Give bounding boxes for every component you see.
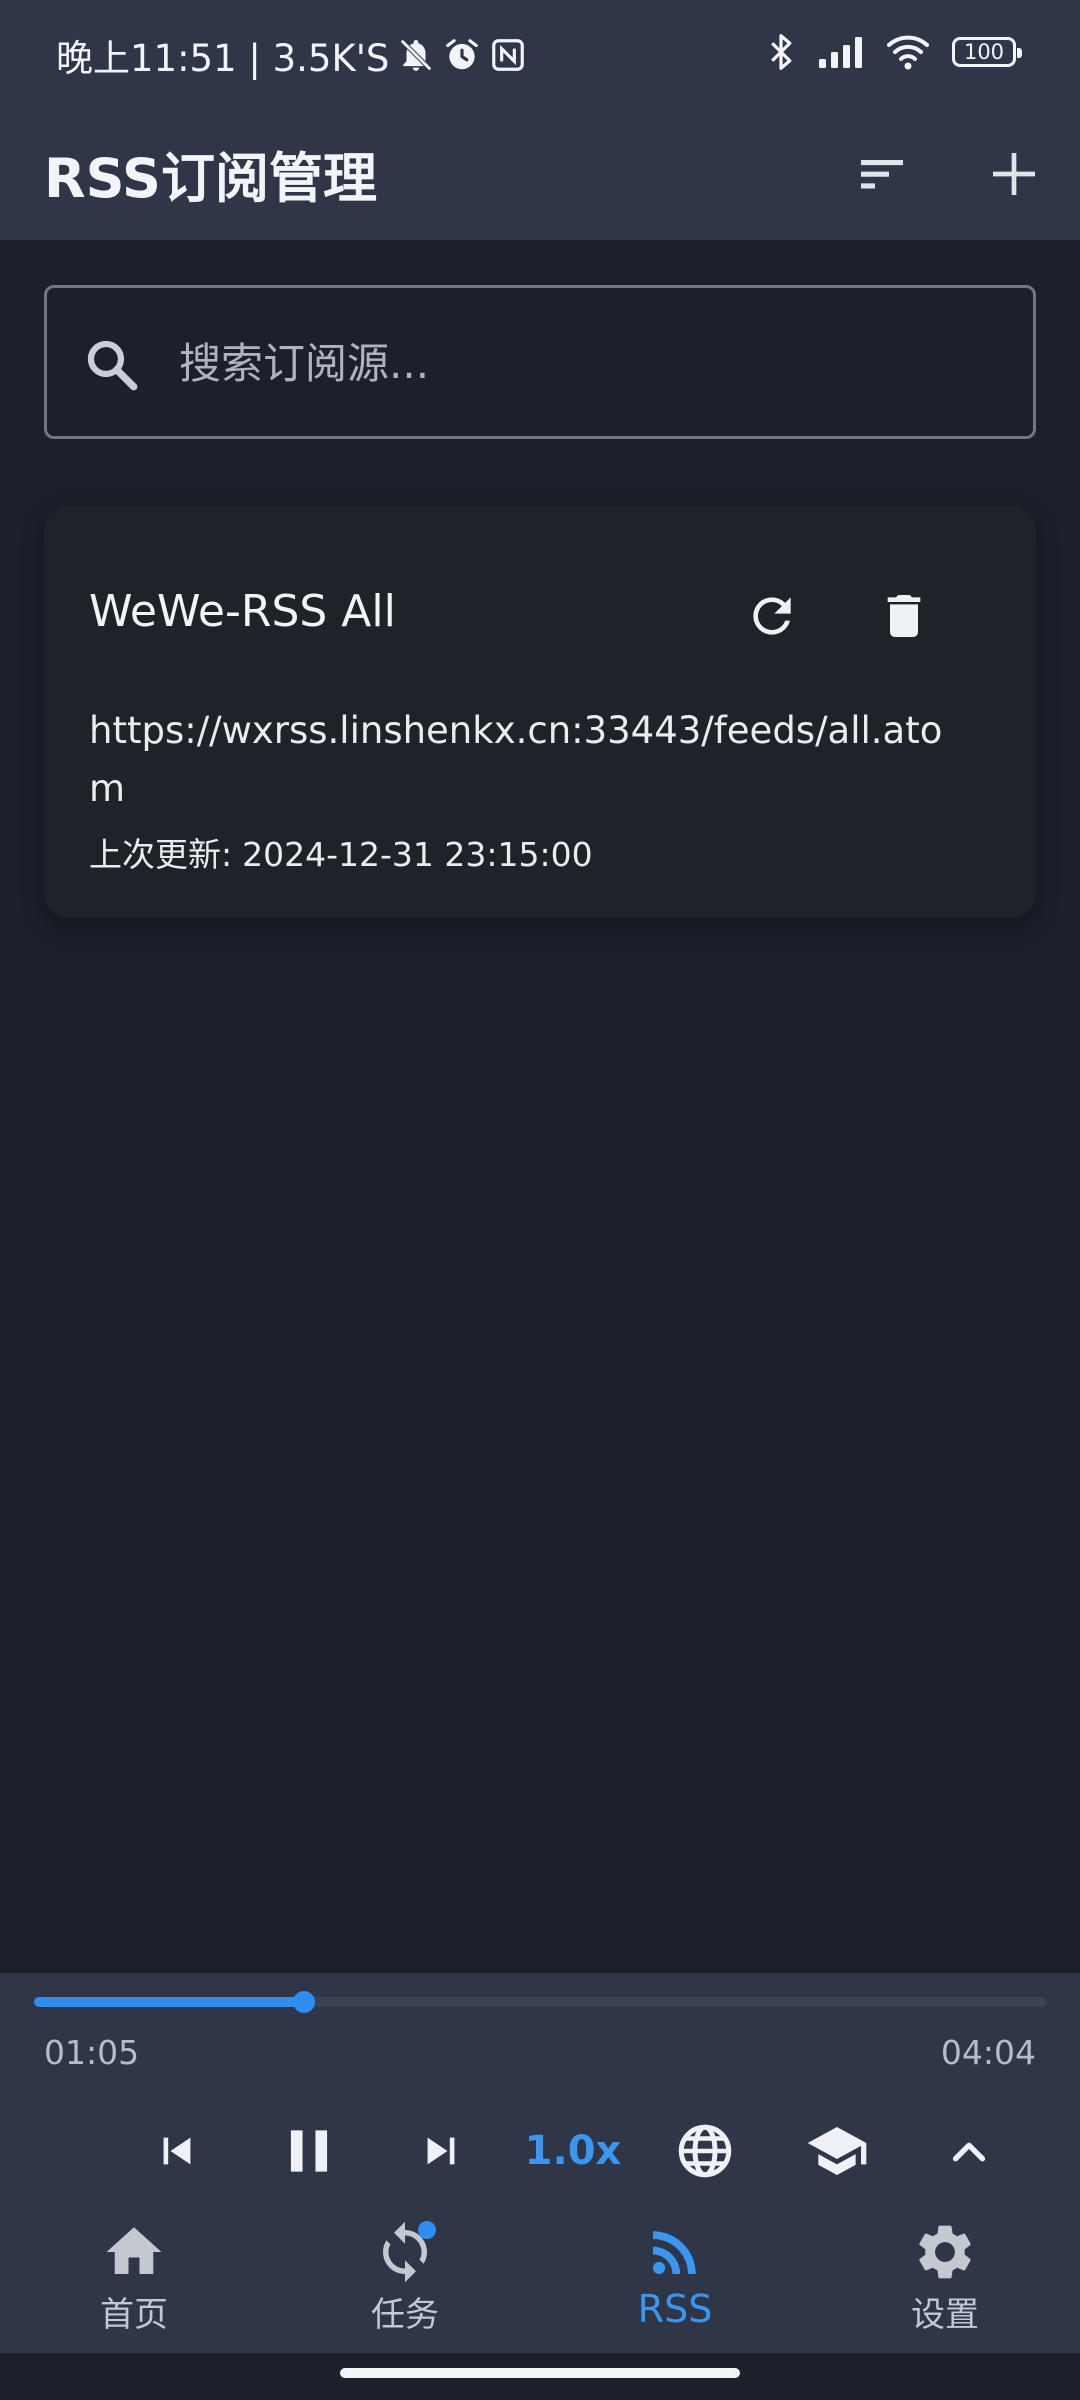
top-bar: 晚上11:51 | 3.5K'S 100 RSS订阅管理	[0, 0, 1080, 240]
app-bar: RSS订阅管理	[0, 108, 1080, 240]
skip-next-icon	[427, 2137, 455, 2165]
gear-icon	[919, 2225, 971, 2279]
last-updated-label: 上次更新:	[89, 835, 233, 874]
home-indicator[interactable]	[340, 2368, 740, 2378]
progress-fill	[34, 1997, 304, 2007]
sort-button[interactable]	[836, 128, 928, 220]
refresh-icon	[753, 597, 791, 635]
gesture-bar	[0, 2353, 1080, 2400]
language-button[interactable]	[660, 2101, 750, 2201]
progress-thumb[interactable]	[292, 1991, 315, 2013]
nav-item-home[interactable]: 首页	[34, 2205, 234, 2353]
player-controls: 1.0x	[0, 2101, 1080, 2201]
progress-bar[interactable]	[34, 1991, 1046, 2013]
nav-label-tasks: 任务	[371, 2295, 439, 2335]
previous-button[interactable]	[132, 2101, 222, 2201]
last-updated-value: 2024-12-31 23:15:00	[242, 835, 593, 874]
refresh-feed-button[interactable]	[730, 574, 814, 658]
search-input[interactable]	[177, 318, 997, 408]
sort-icon	[861, 160, 903, 189]
globe-icon	[678, 2124, 732, 2178]
skip-previous-icon	[163, 2137, 191, 2165]
nav-item-rss[interactable]: RSS	[575, 2205, 775, 2353]
nav-item-tasks[interactable]: 任务	[305, 2205, 505, 2353]
pause-icon	[290, 2130, 328, 2172]
signal-icon	[819, 37, 862, 68]
bell-off-icon	[400, 39, 433, 71]
alarm-icon	[446, 39, 479, 70]
status-right: 100	[766, 32, 1022, 72]
feed-url: https://wxrss.linshenkx.cn:33443/feeds/a…	[89, 709, 943, 810]
wifi-icon	[887, 35, 929, 70]
status-bar: 晚上11:51 | 3.5K'S 100	[0, 0, 1080, 108]
battery-indicator: 100	[952, 37, 1022, 67]
nav-label-settings: 设置	[911, 2295, 979, 2335]
chevron-up-icon	[952, 2142, 986, 2162]
feed-last-updated: 上次更新: 2024-12-31 23:15:00	[89, 828, 593, 876]
nav-item-settings[interactable]: 设置	[845, 2205, 1045, 2353]
total-time: 04:04	[940, 2033, 1036, 2072]
current-time: 01:05	[44, 2033, 140, 2072]
delete-feed-button[interactable]	[862, 574, 946, 658]
add-feed-button[interactable]	[968, 128, 1060, 220]
add-icon	[993, 153, 1035, 195]
bluetooth-icon	[771, 34, 792, 70]
rss-icon	[653, 2231, 696, 2274]
feed-title: WeWe-RSS All	[89, 586, 396, 637]
expand-player-button[interactable]	[924, 2101, 1014, 2201]
search-icon	[87, 340, 138, 391]
notification-dot	[418, 2221, 436, 2239]
feed-card[interactable]: WeWe-RSS All https://wxrss.linshenkx.cn:…	[44, 506, 1036, 918]
status-time-and-speed: 晚上11:51 | 3.5K'S	[56, 37, 390, 80]
trash-icon	[887, 595, 921, 637]
playback-speed-button[interactable]: 1.0x	[525, 2101, 622, 2201]
audio-player: 01:05 04:04 1.0x	[0, 1973, 1080, 2205]
status-left: 晚上11:51 | 3.5K'S	[56, 28, 527, 82]
nfc-icon	[492, 39, 525, 71]
search-box[interactable]	[44, 285, 1036, 439]
home-icon	[106, 2227, 162, 2274]
learning-mode-button[interactable]	[792, 2101, 882, 2201]
nav-label-home: 首页	[100, 2295, 168, 2335]
bottom-navigation: 首页 任务 RSS 设置	[0, 2205, 1080, 2353]
page-title: RSS订阅管理	[44, 147, 377, 210]
pause-button[interactable]	[264, 2101, 354, 2201]
graduation-cap-icon	[807, 2127, 867, 2175]
next-button[interactable]	[396, 2101, 486, 2201]
sync-icon-wrapper	[372, 2219, 438, 2285]
nav-label-rss: RSS	[637, 2287, 713, 2331]
